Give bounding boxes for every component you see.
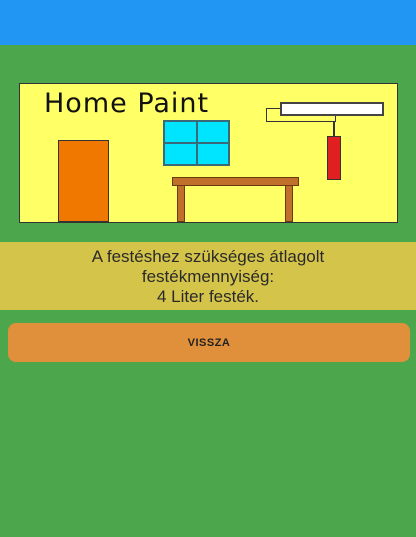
table-leg-left: [177, 185, 185, 222]
roller-neck: [333, 122, 335, 136]
status-bar: [0, 0, 416, 45]
back-button[interactable]: VISSZA: [8, 323, 410, 362]
table-top-illustration: [172, 177, 299, 186]
window-illustration: [163, 120, 230, 166]
banner-title: Home Paint: [44, 88, 210, 119]
paint-result-panel: A festéshez szükséges átlagolt festékmen…: [0, 242, 416, 310]
result-line-1: A festéshez szükséges átlagolt: [91, 247, 325, 266]
roller-handle: [327, 136, 341, 180]
home-paint-banner: Home Paint: [19, 83, 398, 223]
door-illustration: [58, 140, 109, 222]
paint-roller-icon: [280, 102, 384, 116]
result-line-2: festékmennyiség:: [141, 267, 275, 286]
table-leg-right: [285, 185, 293, 222]
result-line-3: 4 Liter festék.: [156, 287, 260, 306]
